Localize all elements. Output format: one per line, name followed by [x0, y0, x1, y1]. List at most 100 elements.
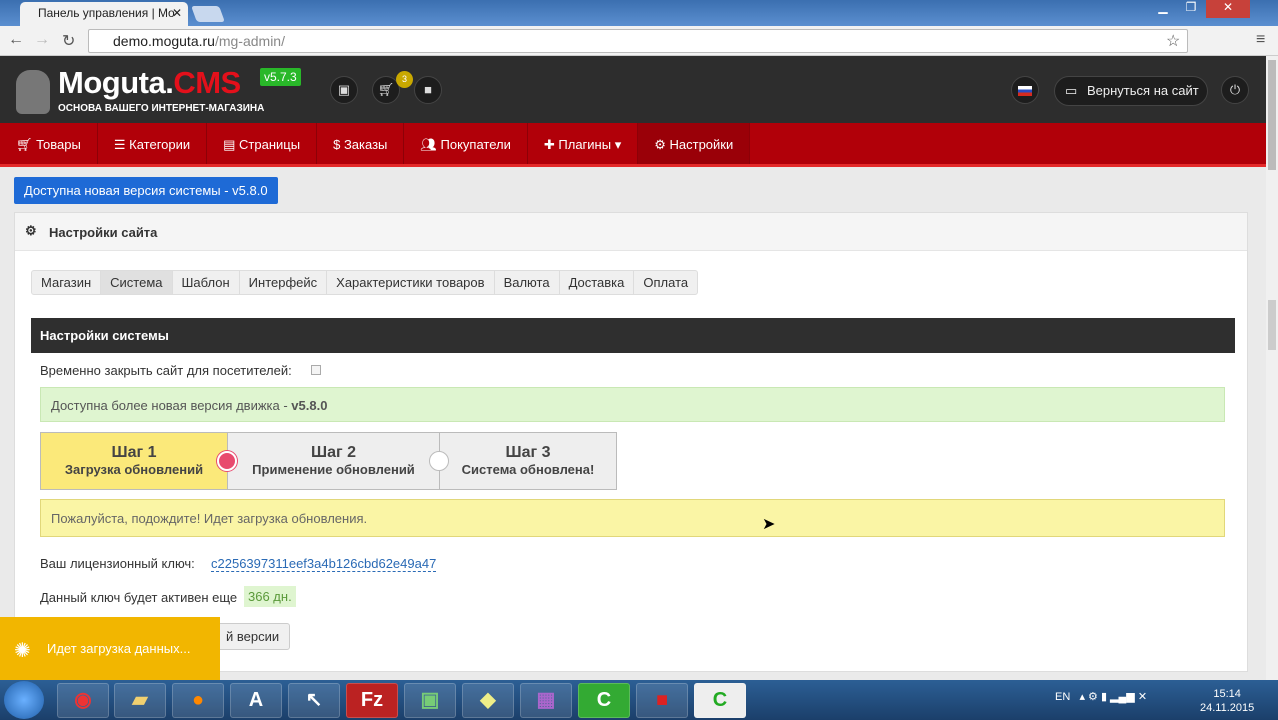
- explorer-taskbar-icon[interactable]: ▰: [114, 683, 166, 718]
- back-icon[interactable]: ←: [8, 31, 24, 49]
- tab-shop[interactable]: Магазин: [32, 271, 102, 294]
- close-tab-icon[interactable]: ✕: [172, 6, 182, 20]
- step-title: Шаг 2: [311, 444, 356, 461]
- bag-icon: $: [333, 137, 344, 152]
- spinner-icon: ✺: [14, 640, 31, 662]
- panel-title: ⚙ Настройки сайта: [15, 213, 1247, 251]
- step-subtitle: Применение обновлений: [252, 462, 415, 477]
- language-flag-ru-icon[interactable]: [1011, 76, 1039, 104]
- cursor-app-taskbar-icon[interactable]: ↖: [288, 683, 340, 718]
- step-2: Шаг 2 Применение обновлений: [228, 433, 449, 489]
- tab-payment[interactable]: Оплата: [634, 271, 697, 294]
- users-icon: 👥︎: [420, 137, 441, 152]
- url-input[interactable]: demo.moguta.ru/mg-admin/: [88, 29, 1188, 53]
- available-text: Доступна более новая версия движка -: [51, 398, 292, 413]
- menu-label: Плагины ▾: [558, 137, 622, 152]
- language-indicator[interactable]: EN: [1055, 691, 1070, 703]
- redbox-app-taskbar-icon[interactable]: ■: [636, 683, 688, 718]
- loading-toast: ✺ Идет загрузка данных...: [0, 617, 220, 680]
- clock-time: 15:14: [1213, 688, 1241, 700]
- url-host: demo.moguta.ru: [113, 33, 215, 49]
- power-icon[interactable]: ⏻: [1221, 76, 1249, 104]
- step-pending-icon: [429, 451, 449, 471]
- tab-title: Панель управления | Mo: [38, 6, 175, 20]
- back-to-site-label: Вернуться на сайт: [1087, 83, 1199, 98]
- license-label: Ваш лицензионный ключ:: [40, 556, 195, 571]
- tagline: ОСНОВА ВАШЕГО ИНТЕРНЕТ-МАГАЗИНА: [58, 103, 265, 114]
- monitor-icon: ▭: [1065, 83, 1078, 98]
- panel-title-text: Настройки сайта: [49, 225, 158, 240]
- settings-panel: ⚙ Настройки сайта Магазин Система Шаблон …: [14, 212, 1248, 672]
- update-steps: Шаг 1 Загрузка обновлений Шаг 2 Применение…: [40, 432, 617, 490]
- camtasia-recorder-taskbar-icon[interactable]: C: [694, 683, 746, 718]
- close-window-icon[interactable]: ✕: [1206, 0, 1250, 18]
- system-tray: EN ▴ ⚙ ▮ ▂▄▆ ✕: [1055, 691, 1148, 703]
- menu-settings[interactable]: ⚙ Настройки: [638, 123, 751, 164]
- menu-label: Заказы: [343, 137, 388, 152]
- restore-icon[interactable]: ❐: [1178, 0, 1204, 18]
- tab-currency[interactable]: Валюта: [495, 271, 560, 294]
- camtasia-taskbar-icon[interactable]: C: [578, 683, 630, 718]
- logo[interactable]: Moguta.CMS: [58, 65, 241, 101]
- list-icon: ☰: [113, 137, 130, 152]
- menu-orders[interactable]: $ Заказы: [317, 123, 405, 164]
- forward-icon[interactable]: →: [34, 31, 50, 49]
- bookmark-star-icon[interactable]: ☆: [1166, 31, 1180, 51]
- minimize-icon[interactable]: ▁: [1150, 0, 1176, 18]
- step-title: Шаг 3: [505, 444, 551, 461]
- scrollbar-thumb[interactable]: [1268, 60, 1276, 170]
- menu-plugins[interactable]: ✚ Плагины ▾: [528, 123, 639, 164]
- menu-label: Страницы: [239, 137, 301, 152]
- filezilla-taskbar-icon[interactable]: Fz: [346, 683, 398, 718]
- start-button[interactable]: [4, 681, 44, 719]
- chrome-taskbar-icon[interactable]: ◉: [57, 683, 109, 718]
- step-subtitle: Система обновлена!: [461, 462, 595, 477]
- step-title: Шаг 1: [111, 444, 157, 461]
- clock[interactable]: 15:14 24.11.2015: [1200, 687, 1254, 715]
- page-icon: ▤: [223, 137, 240, 152]
- tab-template[interactable]: Шаблон: [173, 271, 240, 294]
- browser-tab[interactable]: Панель управления | Mo ✕: [20, 2, 188, 26]
- address-bar-row: ← → ↻ demo.moguta.ru/mg-admin/ ☆ ≡: [0, 26, 1278, 56]
- gears-icon: ⚙: [654, 137, 670, 152]
- settings-tabs: Магазин Система Шаблон Интерфейс Характе…: [31, 270, 699, 295]
- menu-label: Категории: [129, 137, 191, 152]
- menu-label: Настройки: [669, 137, 734, 152]
- notes-taskbar-icon[interactable]: ◆: [462, 683, 514, 718]
- step-subtitle: Загрузка обновлений: [64, 462, 204, 477]
- menu-products[interactable]: 🛒︎ Товары: [0, 123, 98, 164]
- new-tab-button[interactable]: [191, 6, 225, 22]
- font-app-taskbar-icon[interactable]: A: [230, 683, 282, 718]
- browser-tab-bar: Панель управления | Mo ✕ ▁ ❐ ✕: [0, 0, 1278, 26]
- chat-icon[interactable]: ■: [414, 76, 442, 104]
- menu-categories[interactable]: ☰ Категории: [98, 123, 208, 164]
- tab-interface[interactable]: Интерфейс: [240, 271, 328, 294]
- tab-delivery[interactable]: Доставка: [560, 271, 635, 294]
- tab-system[interactable]: Система: [101, 271, 173, 294]
- close-site-checkbox[interactable]: [311, 365, 321, 375]
- puzzle-icon: ✚: [543, 137, 559, 152]
- tab-product-properties[interactable]: Характеристики товаров: [327, 271, 495, 294]
- winrar-taskbar-icon[interactable]: ▦: [520, 683, 572, 718]
- scrollbar-thumb-secondary[interactable]: [1268, 300, 1276, 350]
- monitor-app-taskbar-icon[interactable]: ▣: [404, 683, 456, 718]
- menu-pages[interactable]: ▤ Страницы: [207, 123, 318, 164]
- chrome-menu-icon[interactable]: ≡: [1256, 31, 1265, 49]
- bear-mascot-logo: [16, 70, 50, 114]
- mouse-cursor-icon: ➤: [762, 516, 776, 533]
- url-path: /mg-admin/: [214, 33, 285, 49]
- license-key-link[interactable]: c2256397311eef3a4b126cbd62e49a47: [211, 556, 437, 572]
- reload-icon[interactable]: ↻: [62, 31, 75, 51]
- menu-customers[interactable]: 👥︎ Покупатели: [404, 123, 528, 164]
- step-1: Шаг 1 Загрузка обновлений: [41, 433, 237, 489]
- windows-taskbar: ◉ ▰ ● A ↖ Fz ▣ ◆ ▦ C ■ C EN ▴ ⚙ ▮ ▂▄▆ ✕ …: [0, 680, 1278, 720]
- back-to-site-button[interactable]: ▭ Вернуться на сайт: [1054, 76, 1208, 106]
- step-3: Шаг 3 Система обновлена!: [440, 433, 616, 489]
- logo-accent: CMS: [173, 65, 241, 100]
- firefox-taskbar-icon[interactable]: ●: [172, 683, 224, 718]
- close-site-label: Временно закрыть сайт для посетителей:: [40, 363, 292, 378]
- new-version-banner[interactable]: Доступна новая версия системы - v5.8.0: [14, 177, 278, 204]
- menu-label: Покупатели: [440, 137, 511, 152]
- statistics-icon[interactable]: ▣: [330, 76, 358, 104]
- step-progress-icon: [217, 451, 237, 471]
